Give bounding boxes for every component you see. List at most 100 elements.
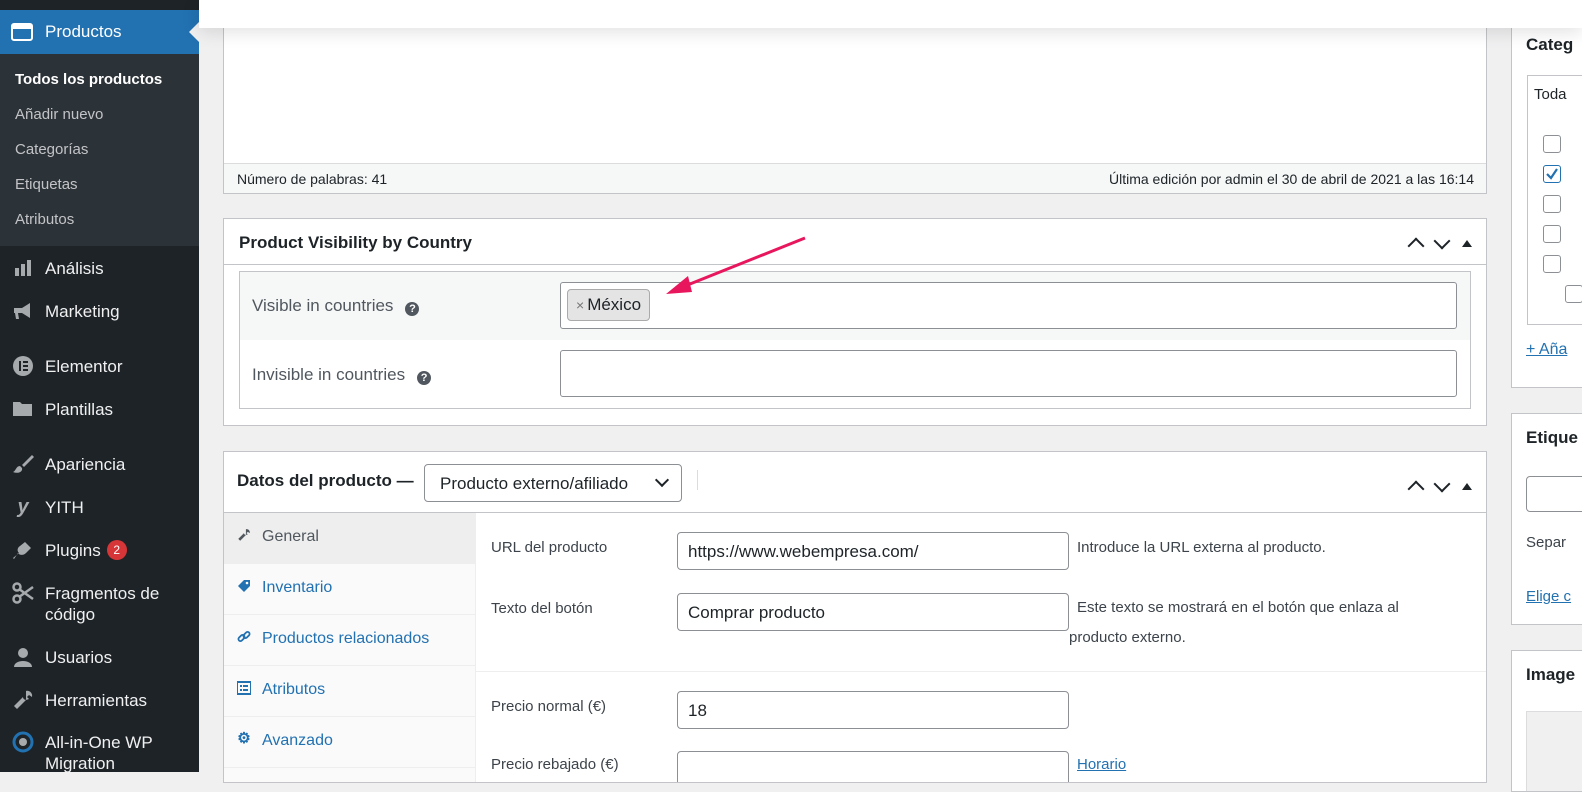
product-visibility-box: Product Visibility by Country Visible in… [223, 218, 1487, 426]
content-editor[interactable]: Número de palabras: 41 Última edición po… [223, 20, 1487, 194]
box-header: Product Visibility by Country [224, 219, 1486, 265]
sidebar-item-usuarios[interactable]: Usuarios [0, 637, 199, 677]
sidebar-item-apariencia[interactable]: Apariencia [0, 444, 199, 484]
tags-title: Etique [1526, 428, 1578, 447]
elementor-icon [11, 354, 35, 378]
sidebar-item-label: All-in-One WP Migration [45, 733, 153, 773]
regular-price-input[interactable]: 18 [677, 691, 1069, 729]
paintbrush-icon [11, 452, 35, 476]
tags-box: Etique Separ Elige c [1511, 413, 1582, 625]
move-down-icon[interactable] [1433, 232, 1451, 250]
update-count-badge: 2 [106, 540, 127, 560]
image-title: Image [1526, 665, 1576, 684]
submenu-etiquetas[interactable]: Etiquetas [15, 176, 78, 193]
product-image-placeholder[interactable] [1526, 711, 1582, 791]
editor-status-bar: Número de palabras: 41 Última edición po… [224, 163, 1486, 193]
move-up-icon[interactable] [1407, 480, 1425, 498]
help-icon[interactable]: ? [417, 371, 432, 385]
link-icon [237, 630, 251, 644]
product-url-input[interactable]: https://www.webempresa.com/ [677, 532, 1069, 570]
sidebar-item-plugins[interactable]: Plugins 2 [0, 530, 199, 570]
regular-price-label: Precio normal (€) [491, 698, 607, 715]
help-icon[interactable]: ? [405, 302, 420, 316]
word-count: Número de palabras: 41 [237, 171, 388, 187]
tab-general[interactable]: General [224, 513, 475, 564]
tag-icon [237, 579, 251, 593]
choose-tags-link[interactable]: Elige c [1526, 588, 1571, 605]
button-text-description-line1: Este texto se mostrará en el botón que e… [1077, 599, 1399, 616]
sidebar-item-marketing[interactable]: Marketing [0, 291, 199, 331]
sidebar-item-label: Usuarios [45, 648, 113, 667]
scissors-icon [11, 581, 35, 605]
sidebar-item-all-in-one[interactable]: All-in-One WP Migration [0, 722, 199, 778]
categories-title: Categ [1526, 35, 1574, 54]
schedule-link[interactable]: Horario [1077, 756, 1126, 773]
admin-sidebar: Productos Todos los productos Añadir nue… [0, 0, 199, 773]
sidebar-item-plantillas[interactable]: Plantillas [0, 389, 199, 429]
user-icon [11, 645, 35, 669]
sidebar-item-fragmentos[interactable]: Fragmentos de código [0, 573, 199, 629]
sidebar-item-elementor[interactable]: Elementor [0, 346, 199, 386]
wrench-icon [237, 528, 251, 542]
submenu-categorias[interactable]: Categorías [15, 141, 88, 158]
toggle-panel-icon[interactable] [1462, 482, 1472, 490]
submenu-todos-los-productos[interactable]: Todos los productos [15, 71, 162, 88]
button-text-input[interactable]: Comprar producto [677, 593, 1069, 631]
category-checkbox-checked[interactable] [1543, 165, 1561, 183]
visible-label: Visible in countries? [252, 296, 420, 316]
category-checkbox[interactable] [1543, 135, 1561, 153]
add-category-link[interactable]: + Aña [1526, 341, 1567, 359]
category-checkbox[interactable] [1543, 195, 1561, 213]
sidebar-item-label: Análisis [45, 259, 104, 278]
tab-productos-relacionados[interactable]: Productos relacionados [224, 615, 475, 666]
section-divider [476, 671, 1486, 672]
invisible-label-text: Invisible in countries [252, 365, 406, 384]
sidebar-item-productos[interactable]: Productos [0, 10, 199, 54]
submenu-anadir-nuevo[interactable]: Añadir nuevo [15, 106, 103, 123]
category-checkbox[interactable] [1565, 285, 1582, 303]
url-label: URL del producto [491, 539, 608, 556]
invisible-countries-select[interactable] [560, 350, 1457, 397]
button-text-label: Texto del botón [491, 600, 593, 617]
annotation-arrow [666, 236, 806, 294]
category-checkbox[interactable] [1543, 225, 1561, 243]
move-down-icon[interactable] [1433, 475, 1451, 493]
category-checkbox[interactable] [1543, 255, 1561, 273]
remove-tag-icon[interactable]: × [576, 297, 584, 313]
sticky-top-bar [199, 0, 1582, 28]
product-url-value: https://www.webempresa.com/ [688, 542, 919, 561]
product-data-box: Datos del producto — Producto externo/af… [223, 451, 1487, 783]
migration-icon [11, 730, 35, 754]
sidebar-item-label: Plugins 2 [45, 540, 127, 561]
products-icon [11, 23, 33, 41]
sidebar-item-label: Apariencia [45, 455, 126, 474]
product-image-box: Image [1511, 650, 1582, 792]
tab-inventario[interactable]: Inventario [224, 564, 475, 615]
product-data-tabs: General Inventario Productos relacionado… [224, 513, 476, 782]
plugins-label: Plugins [45, 541, 101, 560]
box-title: Product Visibility by Country [239, 233, 472, 252]
product-type-select[interactable]: Producto externo/afiliado [424, 464, 682, 502]
sidebar-item-analisis[interactable]: Análisis [0, 248, 199, 288]
tab-label: Atributos [262, 681, 326, 698]
submenu-atributos[interactable]: Atributos [15, 211, 74, 228]
regular-price-value: 18 [688, 701, 707, 720]
tab-atributos[interactable]: Atributos [224, 666, 475, 717]
sale-price-input[interactable] [677, 751, 1069, 782]
sidebar-item-herramientas[interactable]: Herramientas [0, 680, 199, 720]
add-tag-input[interactable] [1526, 476, 1582, 512]
button-text-value: Comprar producto [688, 603, 826, 622]
plug-icon [11, 538, 35, 562]
tab-avanzado[interactable]: ⚙ Avanzado [224, 717, 475, 768]
tab-all-categories[interactable]: Toda [1534, 86, 1567, 103]
sidebar-item-yith[interactable]: y YITH [0, 487, 199, 527]
checkmark-icon [1546, 168, 1558, 180]
tab-label: Inventario [262, 579, 333, 596]
box-controls [1407, 475, 1472, 498]
tab-label: Productos relacionados [262, 630, 430, 647]
categories-box: Categ Toda + Aña [1511, 20, 1582, 388]
list-icon [236, 681, 252, 695]
toggle-panel-icon[interactable] [1462, 239, 1472, 247]
header-divider [697, 470, 698, 490]
move-up-icon[interactable] [1407, 237, 1425, 255]
